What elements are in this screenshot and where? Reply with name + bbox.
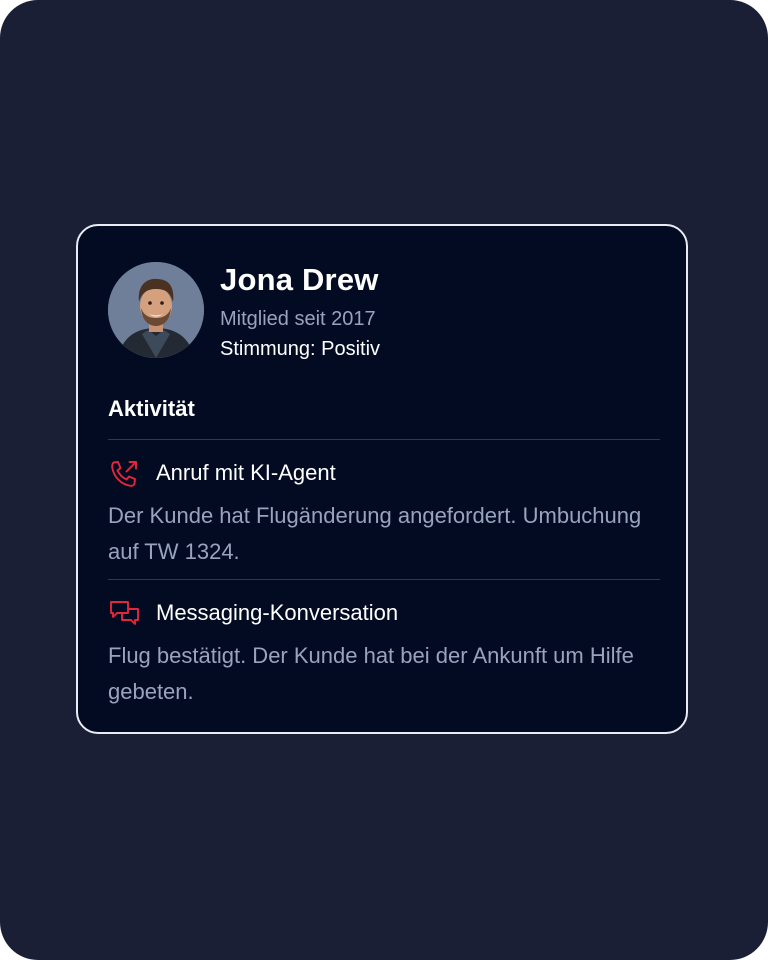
member-since-text: Mitglied seit 2017 bbox=[220, 308, 376, 330]
customer-card: Jona Drew Mitglied seit 2017 Stimmung: P… bbox=[76, 224, 688, 734]
divider bbox=[108, 579, 660, 580]
avatar bbox=[108, 262, 204, 358]
mood-text: Stimmung: Positiv bbox=[220, 338, 381, 360]
activity-description: Der Kunde hat Flugänderung angefordert. … bbox=[108, 503, 642, 564]
customer-name: Jona Drew bbox=[220, 262, 379, 297]
phone-call-icon bbox=[111, 461, 137, 487]
avatar-portrait-icon bbox=[108, 262, 204, 358]
chat-bubbles-icon bbox=[110, 601, 139, 625]
app-frame: Jona Drew Mitglied seit 2017 Stimmung: P… bbox=[0, 0, 768, 960]
activity-item[interactable]: Messaging-Konversation Flug bestätigt. D… bbox=[108, 598, 660, 710]
activity-item[interactable]: Anruf mit KI-Agent Der Kunde hat Flugänd… bbox=[108, 458, 660, 570]
activity-title: Anruf mit KI-Agent bbox=[156, 460, 336, 485]
activity-description: Flug bestätigt. Der Kunde hat bei der An… bbox=[108, 643, 634, 704]
activity-title: Messaging-Konversation bbox=[156, 600, 399, 625]
divider bbox=[108, 439, 660, 440]
activity-section-title: Aktivität bbox=[108, 396, 195, 421]
